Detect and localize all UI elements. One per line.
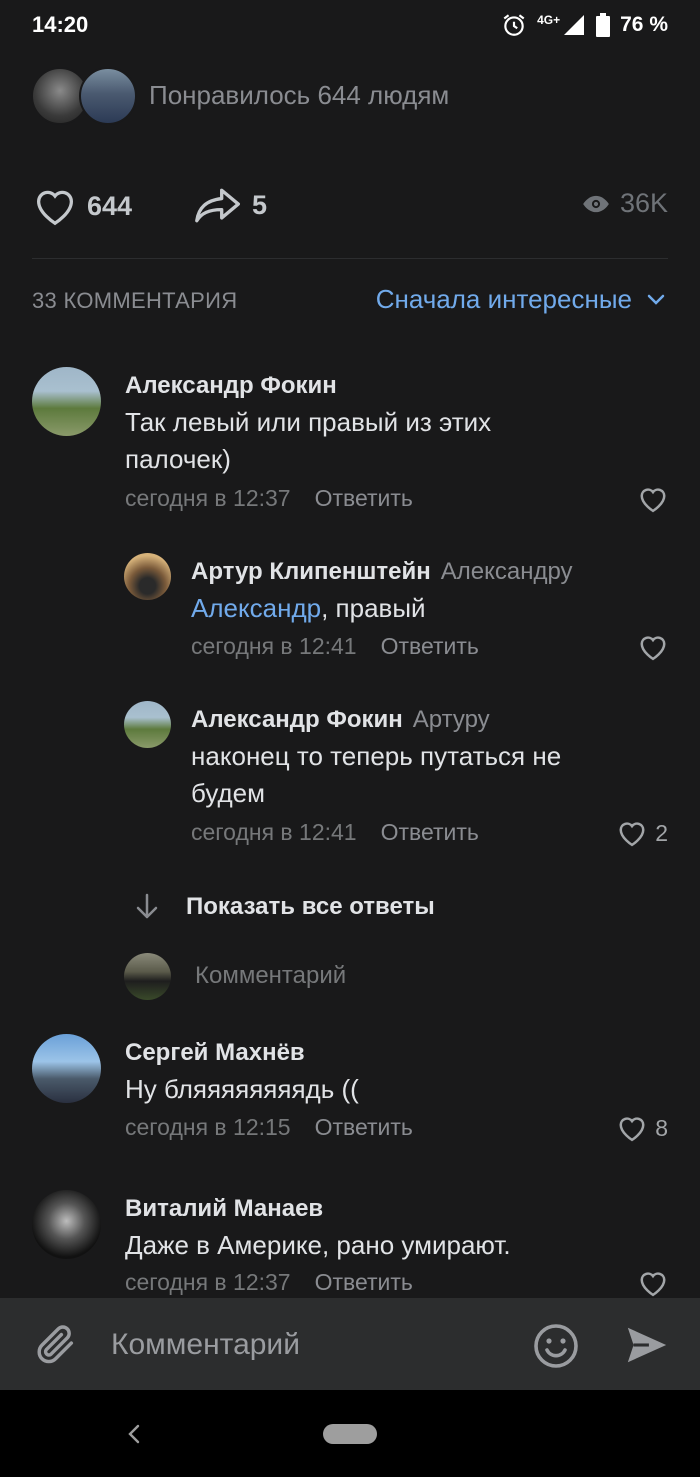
network-type: 4G+ [537,13,561,27]
comment-input[interactable]: Комментарий [111,1328,300,1362]
heart-icon [619,822,645,847]
comment-meta: сегодня в 12:41 Ответить [191,819,479,846]
comment-author[interactable]: Александр Фокин [125,372,337,400]
comment-time: сегодня в 12:37 [125,1269,291,1295]
eye-icon [583,195,609,212]
show-all-label: Показать все ответы [186,893,435,920]
comment-author[interactable]: Александр Фокин Артуру [191,706,490,734]
reply-target[interactable]: Артуру [413,706,490,733]
home-nav-pill[interactable] [323,1424,377,1444]
reply-button[interactable]: Ответить [381,819,479,846]
comment-text: Ну бляяяяяяяядь (( [125,1074,359,1104]
send-icon[interactable] [624,1322,670,1368]
show-all-replies-button[interactable]: Показать все ответы [134,892,435,922]
back-nav-icon[interactable] [124,1422,144,1446]
status-icons: 4G+ 76 % [501,12,668,38]
my-avatar [124,953,171,1000]
share-icon [195,188,240,223]
avatar[interactable] [32,1034,101,1103]
avatar[interactable] [32,1190,101,1259]
comment-meta: сегодня в 12:15 Ответить [125,1114,413,1141]
reply-button[interactable]: Ответить [381,633,479,660]
signal-icon [564,15,585,35]
comment-time: сегодня в 12:15 [125,1114,291,1140]
like-count: 2 [655,819,668,846]
smile-icon[interactable] [532,1322,580,1370]
heart-icon [36,190,74,226]
like-button[interactable]: 644 [33,186,132,226]
heart-icon [640,488,666,513]
like-count: 8 [655,1114,668,1141]
avatar[interactable] [32,367,101,436]
arrow-down-icon [136,893,158,919]
battery-percent: 76 % [620,13,668,36]
like-count: 644 [87,190,133,221]
comment-like-button[interactable]: 8 [617,1114,668,1142]
comment-like-button[interactable] [638,1269,668,1297]
share-count: 5 [252,189,268,220]
reply-button[interactable]: Ответить [315,485,413,512]
heart-icon [640,636,666,661]
comment-composer [0,1298,700,1390]
comment-like-button[interactable]: 2 [617,819,668,847]
comment-meta: сегодня в 12:37 Ответить [125,1269,413,1296]
sort-label: Сначала интересные [375,284,632,314]
alarm-icon [503,14,525,36]
avatar[interactable] [124,553,171,600]
sort-dropdown[interactable]: Сначала интересные [376,284,666,315]
comment-text: Так левый или правый из этих палочек) [125,407,492,474]
comment-text: Александр, правый [191,593,426,623]
liked-by-text[interactable]: Понравилось 644 людям [149,80,449,111]
status-time: 14:20 [32,12,89,37]
heart-icon [619,1117,645,1142]
view-count: 36K [619,188,668,218]
comment-like-button[interactable] [638,485,668,513]
comment-author[interactable]: Виталий Манаев [125,1195,323,1223]
comment-author[interactable]: Сергей Махнёв [125,1039,305,1067]
comment-time: сегодня в 12:41 [191,819,357,845]
comment-meta: сегодня в 12:37 Ответить [125,485,413,512]
comment-author[interactable]: Артур Клипенштейн Александру [191,558,573,586]
heart-icon [640,1272,666,1297]
mention-link[interactable]: Александр [191,593,321,623]
thread-reply-input[interactable]: Комментарий [195,962,346,990]
paperclip-icon[interactable] [33,1320,79,1368]
battery-icon [596,13,611,37]
chevron-down-icon [647,294,665,305]
liker-avatar-2[interactable] [79,67,137,125]
comment-text: Даже в Америке, рано умирают. [125,1230,511,1260]
comments-count: 33 КОММЕНТАРИЯ [32,288,238,313]
views-counter: 36K [582,188,668,219]
comment-like-button[interactable] [638,633,668,661]
comment-text: наконец то теперь путаться не будем [191,741,562,808]
reply-target[interactable]: Александру [441,558,573,585]
share-button[interactable]: 5 [194,186,267,224]
comment-time: сегодня в 12:37 [125,485,291,511]
avatar[interactable] [124,701,171,748]
reply-button[interactable]: Ответить [315,1114,413,1141]
comment-time: сегодня в 12:41 [191,633,357,659]
divider [32,258,668,259]
reply-button[interactable]: Ответить [315,1269,413,1296]
comment-meta: сегодня в 12:41 Ответить [191,633,479,660]
